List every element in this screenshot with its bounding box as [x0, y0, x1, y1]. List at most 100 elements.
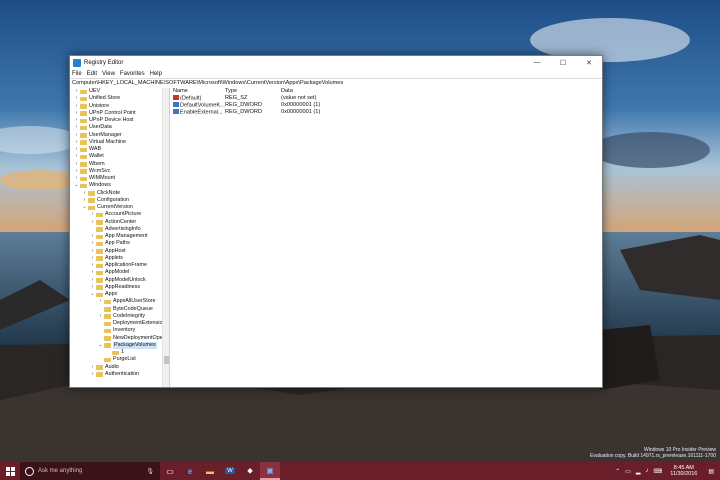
- tree-item[interactable]: › WcmSvc: [70, 168, 162, 175]
- app-taskbar-button[interactable]: ⬥: [240, 462, 260, 480]
- tree-item[interactable]: › WIMMount: [70, 175, 162, 182]
- chevron-right-icon[interactable]: ›: [90, 269, 95, 276]
- chevron-down-icon[interactable]: ⌄: [90, 291, 95, 298]
- value-row[interactable]: EnableExternal... REG_DWORD 0x00000001 (…: [170, 109, 602, 116]
- tree-item[interactable]: › Unistore: [70, 103, 162, 110]
- chevron-right-icon[interactable]: ›: [90, 211, 95, 218]
- tree-item[interactable]: ⌄ Windows: [70, 182, 162, 189]
- tree-item[interactable]: ⌄ PackageVolumes: [70, 341, 162, 349]
- minimize-button[interactable]: —: [524, 56, 550, 69]
- tree-item[interactable]: › AppModelUnlock: [70, 277, 162, 284]
- chevron-right-icon[interactable]: ›: [74, 161, 79, 168]
- maximize-button[interactable]: ☐: [550, 56, 576, 69]
- chevron-right-icon[interactable]: ›: [74, 153, 79, 160]
- tree-item[interactable]: › AppModel: [70, 269, 162, 276]
- registry-editor-taskbar-button[interactable]: ▣: [260, 462, 280, 480]
- chevron-right-icon[interactable]: ›: [98, 313, 103, 320]
- column-header-type[interactable]: Type: [225, 88, 281, 95]
- chevron-right-icon[interactable]: ›: [90, 248, 95, 255]
- menu-edit[interactable]: Edit: [87, 71, 97, 77]
- tree-item[interactable]: 1: [70, 349, 162, 356]
- tree-item[interactable]: NewDeploymentOpe: [70, 335, 163, 342]
- menu-help[interactable]: Help: [150, 71, 162, 77]
- chevron-right-icon[interactable]: ›: [74, 103, 79, 110]
- chevron-right-icon[interactable]: ›: [74, 139, 79, 146]
- chevron-right-icon[interactable]: ›: [82, 197, 87, 204]
- tree-item[interactable]: › CodeIntegrity: [70, 313, 162, 320]
- key-tree[interactable]: › UEV › Unified Store › Unistore › UPnP Control…: [70, 88, 170, 387]
- tree-item[interactable]: › AppHost: [70, 248, 162, 255]
- tree-item[interactable]: › AppxAllUserStore: [70, 298, 162, 305]
- network-icon[interactable]: ▂: [636, 468, 641, 475]
- battery-icon[interactable]: ▭: [625, 468, 631, 475]
- chevron-right-icon[interactable]: ›: [90, 240, 95, 247]
- tree-item[interactable]: › App Paths: [70, 240, 162, 247]
- chevron-right-icon[interactable]: ›: [74, 175, 79, 182]
- tree-item[interactable]: › Wallet: [70, 153, 162, 160]
- scrollbar-thumb[interactable]: [164, 356, 169, 364]
- clock[interactable]: 8:45 AM 11/30/2016: [670, 465, 697, 478]
- tree-item[interactable]: › Applets: [70, 255, 162, 262]
- chevron-right-icon[interactable]: ›: [90, 233, 95, 240]
- chevron-down-icon[interactable]: ⌄: [82, 204, 87, 211]
- volume-icon[interactable]: ♪: [646, 468, 649, 474]
- show-hidden-icons-icon[interactable]: ⌃: [615, 468, 620, 475]
- menu-favorites[interactable]: Favorites: [120, 71, 145, 77]
- tree-item[interactable]: › Authentication: [70, 371, 162, 378]
- tree-item[interactable]: › AppReadiness: [70, 284, 162, 291]
- tree-item[interactable]: › UserManager: [70, 132, 162, 139]
- keyboard-icon[interactable]: ⌨: [654, 468, 663, 475]
- tree-item[interactable]: › Virtual Machine: [70, 139, 162, 146]
- chevron-right-icon[interactable]: ›: [74, 117, 79, 124]
- tree-item[interactable]: › UserData: [70, 124, 162, 131]
- tree-item[interactable]: › ActionCenter: [70, 219, 162, 226]
- column-header-name[interactable]: Name: [170, 88, 225, 95]
- chevron-right-icon[interactable]: ›: [74, 88, 79, 95]
- tree-item[interactable]: › Unified Store: [70, 95, 162, 102]
- value-row[interactable]: (Default) REG_SZ (value not set): [170, 95, 602, 102]
- chevron-right-icon[interactable]: ›: [74, 124, 79, 131]
- value-row[interactable]: DefaultVolumeK... REG_DWORD 0x00000001 (…: [170, 102, 602, 109]
- chevron-right-icon[interactable]: ›: [74, 95, 79, 102]
- tree-item[interactable]: › ApplicationFrame: [70, 262, 162, 269]
- close-button[interactable]: ✕: [576, 56, 602, 69]
- menu-view[interactable]: View: [102, 71, 115, 77]
- title-bar[interactable]: Registry Editor — ☐ ✕: [70, 56, 602, 69]
- edge-taskbar-button[interactable]: e: [180, 462, 200, 480]
- chevron-right-icon[interactable]: ›: [74, 132, 79, 139]
- chevron-down-icon[interactable]: ⌄: [74, 182, 79, 189]
- cortana-search-box[interactable]: Ask me anything 🎙: [20, 462, 160, 480]
- chevron-right-icon[interactable]: ›: [74, 110, 79, 117]
- chevron-right-icon[interactable]: ›: [74, 146, 79, 153]
- chevron-right-icon[interactable]: ›: [98, 298, 103, 305]
- tree-item[interactable]: AdvertisingInfo: [70, 226, 162, 233]
- tree-item[interactable]: › Wbem: [70, 161, 162, 168]
- chevron-right-icon[interactable]: ›: [74, 168, 79, 175]
- column-header-data[interactable]: Data: [281, 88, 602, 95]
- menu-file[interactable]: File: [72, 71, 82, 77]
- tree-item[interactable]: › AccountPicture: [70, 211, 162, 218]
- chevron-right-icon[interactable]: ›: [90, 219, 95, 226]
- tree-item[interactable]: › Audio: [70, 364, 162, 371]
- tree-item[interactable]: › Configuration: [70, 197, 162, 204]
- chevron-right-icon[interactable]: ›: [90, 284, 95, 291]
- tree-item[interactable]: › ClickNote: [70, 190, 162, 197]
- chevron-right-icon[interactable]: ›: [82, 190, 87, 197]
- chevron-right-icon[interactable]: ›: [90, 277, 95, 284]
- task-view-button[interactable]: ▭: [160, 462, 180, 480]
- tree-item[interactable]: ⌄ Appx: [70, 291, 162, 298]
- action-center-icon[interactable]: ▤: [708, 468, 714, 475]
- tree-item[interactable]: › UEV: [70, 88, 162, 95]
- chevron-down-icon[interactable]: ⌄: [98, 342, 103, 349]
- tree-item[interactable]: ByteCodeQueue: [70, 306, 162, 313]
- tree-item[interactable]: › UPnP Control Point: [70, 110, 162, 117]
- file-explorer-taskbar-button[interactable]: ▬: [200, 462, 220, 480]
- tree-item[interactable]: › App Management: [70, 233, 162, 240]
- tree-item[interactable]: DeploymentExtensio: [70, 320, 162, 327]
- tree-item[interactable]: Inventory: [70, 327, 162, 334]
- microphone-icon[interactable]: 🎙: [146, 468, 154, 475]
- start-button[interactable]: [0, 462, 20, 480]
- tree-item[interactable]: ⌄ CurrentVersion: [70, 204, 162, 211]
- chevron-right-icon[interactable]: ›: [90, 371, 95, 378]
- tree-item[interactable]: › UPnP Device Host: [70, 117, 162, 124]
